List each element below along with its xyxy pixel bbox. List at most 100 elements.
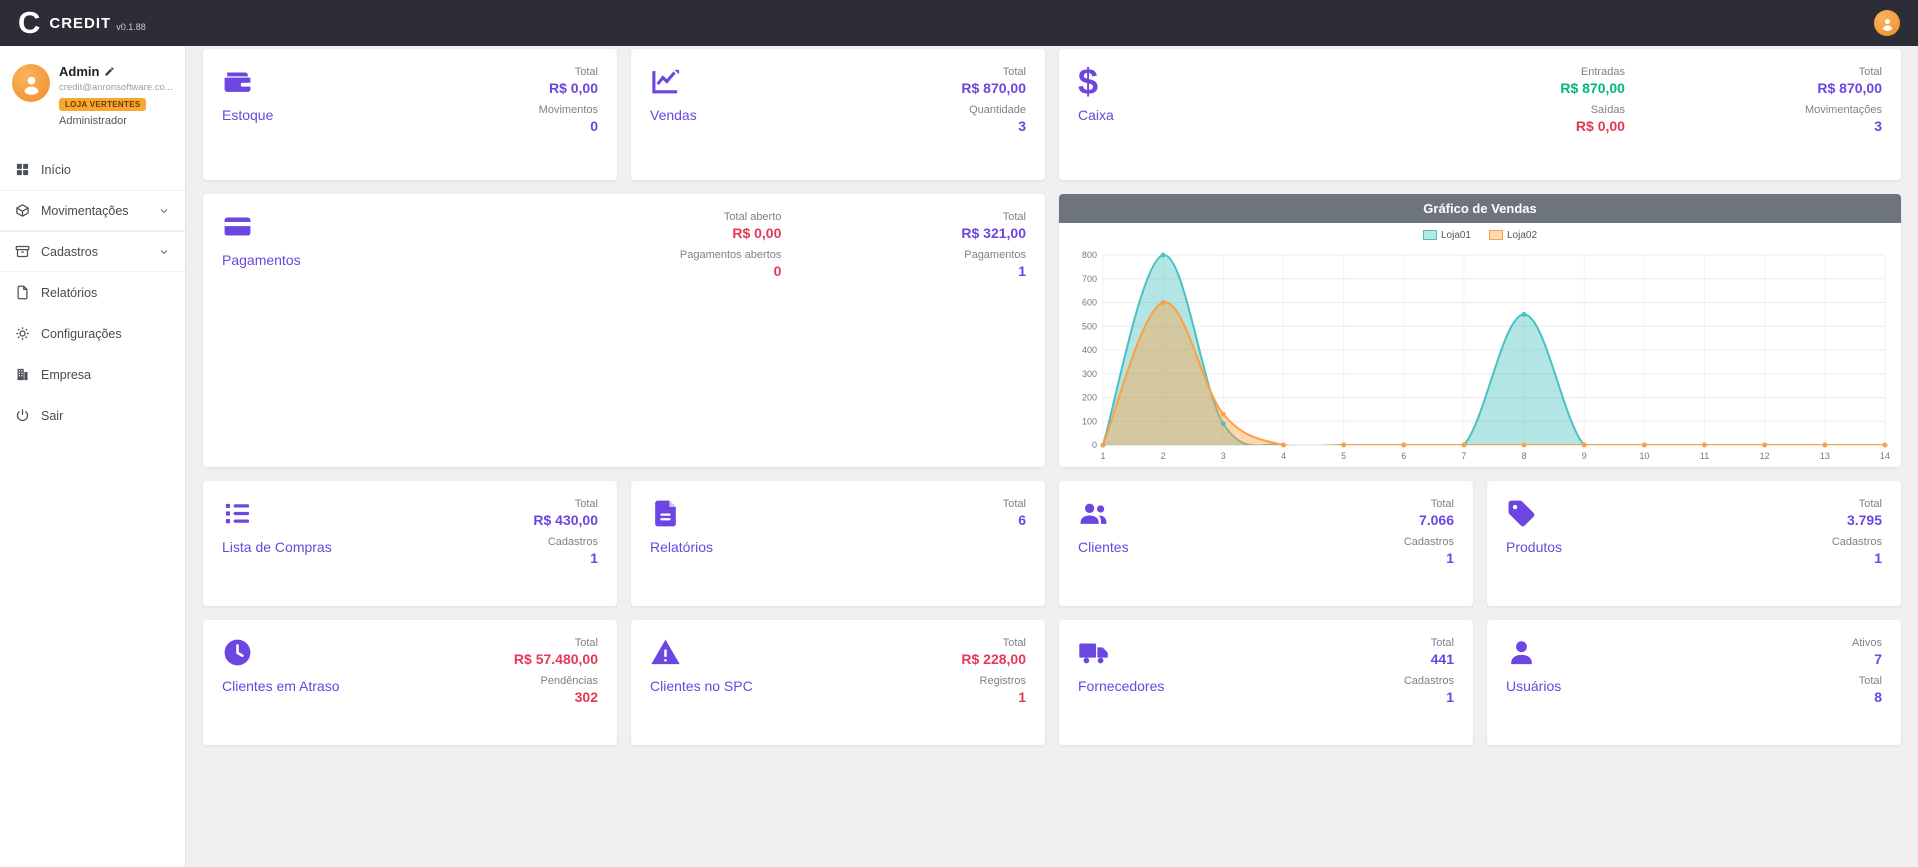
stat-value: R$ 228,00 xyxy=(961,651,1026,667)
card-produtos: Produtos Total 3.795 Cadastros 1 xyxy=(1487,481,1901,606)
stat: Cadastros 1 xyxy=(1832,536,1882,566)
svg-text:700: 700 xyxy=(1082,274,1097,284)
file-icon xyxy=(15,285,30,300)
sidebar-item-label: Configurações xyxy=(41,327,122,341)
stat: Pagamentos 1 xyxy=(964,249,1026,279)
stat-label: Pagamentos abertos xyxy=(680,249,782,261)
stat-label: Total xyxy=(1431,498,1454,510)
card-title-fornecedores[interactable]: Fornecedores xyxy=(1078,678,1164,694)
stat: Cadastros 1 xyxy=(1404,675,1454,705)
svg-text:6: 6 xyxy=(1401,451,1406,461)
svg-text:400: 400 xyxy=(1082,345,1097,355)
person-icon xyxy=(20,72,43,95)
card-title-pagamentos[interactable]: Pagamentos xyxy=(222,252,301,268)
clock-icon xyxy=(222,637,253,668)
stat-label: Cadastros xyxy=(548,536,598,548)
profile-avatar[interactable] xyxy=(12,64,50,102)
sidebar-item-movimentacoes[interactable]: Movimentações xyxy=(0,190,185,231)
card-title-clientes[interactable]: Clientes xyxy=(1078,539,1129,555)
chevron-down-icon xyxy=(158,246,170,258)
topbar: C CREDIT v0.1.88 xyxy=(0,0,1918,46)
tag-icon xyxy=(1506,498,1537,529)
svg-text:13: 13 xyxy=(1820,451,1830,461)
person-icon xyxy=(1880,16,1895,31)
card-relatorios: Relatórios Total 6 xyxy=(631,481,1045,606)
warning-icon xyxy=(650,637,681,668)
stat-label: Total xyxy=(1859,675,1882,687)
sidebar: Admin credit@anronsoftware.co... LOJA VE… xyxy=(0,46,186,867)
card-title-estoque[interactable]: Estoque xyxy=(222,107,273,123)
stat-value: R$ 870,00 xyxy=(961,80,1026,96)
app-name: CREDIT xyxy=(49,15,111,32)
sidebar-item-relatorios[interactable]: Relatórios xyxy=(0,272,185,313)
stat-value: R$ 0,00 xyxy=(549,80,598,96)
stat-label: Saídas xyxy=(1591,104,1625,116)
card-title-relatorios[interactable]: Relatórios xyxy=(650,539,713,555)
stat-label: Quantidade xyxy=(969,104,1026,116)
user-avatar[interactable] xyxy=(1874,10,1900,36)
sidebar-item-sair[interactable]: Sair xyxy=(0,395,185,436)
card-estoque: Estoque Total R$ 0,00 Movimentos 0 xyxy=(203,49,617,180)
list-icon xyxy=(222,498,253,529)
svg-text:8: 8 xyxy=(1522,451,1527,461)
sidebar-item-configuracoes[interactable]: Configurações xyxy=(0,313,185,354)
chart-legend: Loja01 Loja02 xyxy=(1059,223,1901,247)
stat-label: Ativos xyxy=(1852,637,1882,649)
document-icon xyxy=(650,498,681,529)
stat-value: 302 xyxy=(575,689,598,705)
stat: Total 3.795 xyxy=(1847,498,1882,528)
card-clientes-em-atraso: Clientes em Atraso Total R$ 57.480,00 Pe… xyxy=(203,620,617,745)
legend-item-loja01[interactable]: Loja01 xyxy=(1423,230,1471,241)
power-icon xyxy=(15,408,30,423)
stat-value: 0 xyxy=(590,118,598,134)
stat-value: R$ 57.480,00 xyxy=(514,651,598,667)
stat-value: 6 xyxy=(1018,512,1026,528)
stat: Quantidade 3 xyxy=(969,104,1026,134)
legend-item-loja02[interactable]: Loja02 xyxy=(1489,230,1537,241)
stat-label: Registros xyxy=(980,675,1026,687)
sidebar-item-cadastros[interactable]: Cadastros xyxy=(0,231,185,272)
svg-text:10: 10 xyxy=(1639,451,1649,461)
profile-name: Admin xyxy=(59,64,99,79)
card-title-caixa[interactable]: Caixa xyxy=(1078,107,1114,123)
pencil-edit-icon[interactable] xyxy=(104,66,115,77)
dollar-icon: $ xyxy=(1078,66,1109,97)
stat: Total 6 xyxy=(1003,498,1026,528)
stat: Total R$ 321,00 xyxy=(961,211,1026,241)
svg-text:800: 800 xyxy=(1082,250,1097,260)
sidebar-item-inicio[interactable]: Início xyxy=(0,149,185,190)
card-usuarios: Usuários Ativos 7 Total 8 xyxy=(1487,620,1901,745)
card-pagamentos: Pagamentos Total aberto R$ 0,00 Pagament… xyxy=(203,194,1045,467)
stat-value: 1 xyxy=(1446,689,1454,705)
app-logo: C xyxy=(18,0,40,46)
card-title-produtos[interactable]: Produtos xyxy=(1506,539,1562,555)
svg-text:200: 200 xyxy=(1082,393,1097,403)
card-title-lista-de-compras[interactable]: Lista de Compras xyxy=(222,539,332,555)
stat-label: Total aberto xyxy=(724,211,781,223)
card-title-vendas[interactable]: Vendas xyxy=(650,107,697,123)
svg-text:14: 14 xyxy=(1880,451,1890,461)
profile-block: Admin credit@anronsoftware.co... LOJA VE… xyxy=(0,46,185,139)
stat-value: 1 xyxy=(1018,263,1026,279)
card-title-clientes-no-spc[interactable]: Clientes no SPC xyxy=(650,678,753,694)
stat-value: 441 xyxy=(1431,651,1454,667)
sidebar-menu: Início Movimentações Cadastros Relatório… xyxy=(0,149,185,436)
legend-swatch xyxy=(1423,230,1437,240)
stat: Entradas R$ 870,00 xyxy=(1560,66,1625,96)
stat: Movimentos 0 xyxy=(539,104,598,134)
card-title-clientes-em-atraso[interactable]: Clientes em Atraso xyxy=(222,678,340,694)
sidebar-item-label: Início xyxy=(41,163,71,177)
stat-label: Total xyxy=(1003,498,1026,510)
stat-label: Total xyxy=(1859,498,1882,510)
chevron-down-icon xyxy=(158,205,170,217)
stat: Total aberto R$ 0,00 xyxy=(724,211,781,241)
stat-value: 1 xyxy=(1874,550,1882,566)
card-title-usuarios[interactable]: Usuários xyxy=(1506,678,1561,694)
stat-value: R$ 870,00 xyxy=(1560,80,1625,96)
chart-title: Gráfico de Vendas xyxy=(1059,194,1901,223)
stat-value: 7.066 xyxy=(1419,512,1454,528)
stat-label: Cadastros xyxy=(1832,536,1882,548)
sidebar-item-empresa[interactable]: Empresa xyxy=(0,354,185,395)
stat-label: Total xyxy=(1003,66,1026,78)
stat-value: 0 xyxy=(774,263,782,279)
